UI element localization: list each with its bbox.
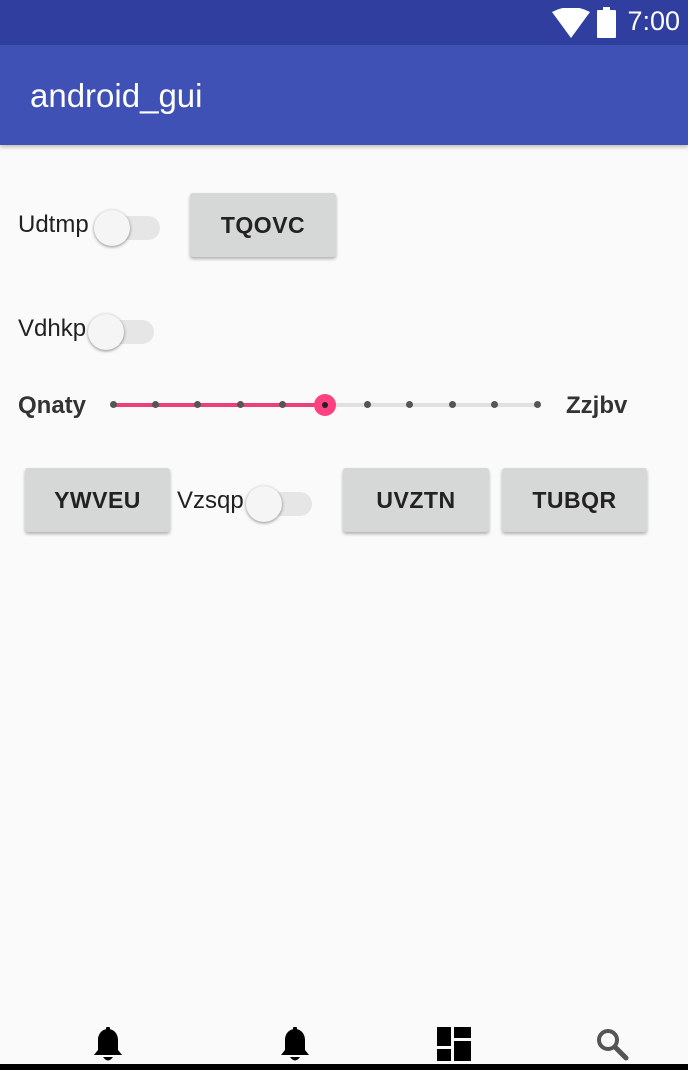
switch-thumb bbox=[88, 314, 124, 350]
uvztn-button[interactable]: UVZTN bbox=[343, 468, 489, 532]
search-icon[interactable] bbox=[595, 1027, 629, 1061]
seekbar-tick bbox=[151, 401, 159, 408]
bottom-edge bbox=[0, 1064, 688, 1070]
status-time: 7:00 bbox=[627, 6, 680, 36]
bottom-navigation bbox=[0, 1015, 688, 1070]
seekbar-min-label: Qnaty bbox=[18, 392, 87, 419]
seekbar-max-label: Zzjbv bbox=[566, 392, 628, 419]
udtmp-switch[interactable] bbox=[94, 204, 160, 246]
status-bar: 7:00 bbox=[0, 0, 688, 45]
vzsqp-switch[interactable] bbox=[246, 480, 312, 522]
discrete-seekbar[interactable] bbox=[100, 388, 550, 422]
vdhkp-label: Vdhkp bbox=[18, 315, 87, 342]
vdhkp-switch[interactable] bbox=[88, 308, 154, 350]
app-title: android_gui bbox=[30, 77, 203, 114]
battery-icon bbox=[597, 7, 616, 38]
seekbar-tick bbox=[236, 401, 244, 408]
tqovc-button[interactable]: TQOVC bbox=[190, 193, 336, 257]
seekbar-thumb-dot bbox=[322, 402, 328, 408]
seekbar-progress bbox=[113, 403, 325, 407]
ywveu-button[interactable]: YWVEU bbox=[25, 468, 170, 532]
dashboard-icon[interactable] bbox=[437, 1027, 471, 1061]
switch-thumb bbox=[246, 486, 282, 522]
switch-thumb bbox=[94, 210, 130, 246]
udtmp-label: Udtmp bbox=[18, 211, 89, 238]
wifi-icon bbox=[552, 8, 590, 38]
seekbar-tick bbox=[533, 401, 541, 408]
bell-icon[interactable] bbox=[280, 1027, 310, 1063]
seekbar-tick bbox=[448, 401, 456, 408]
tubqr-button[interactable]: TUBQR bbox=[502, 468, 647, 532]
seekbar-tick bbox=[109, 401, 117, 408]
app-bar: android_gui bbox=[0, 45, 688, 145]
bell-icon[interactable] bbox=[93, 1027, 123, 1063]
vzsqp-label: Vzsqp bbox=[177, 487, 244, 514]
seekbar-thumb[interactable] bbox=[314, 394, 336, 416]
seekbar-tick bbox=[363, 401, 371, 408]
